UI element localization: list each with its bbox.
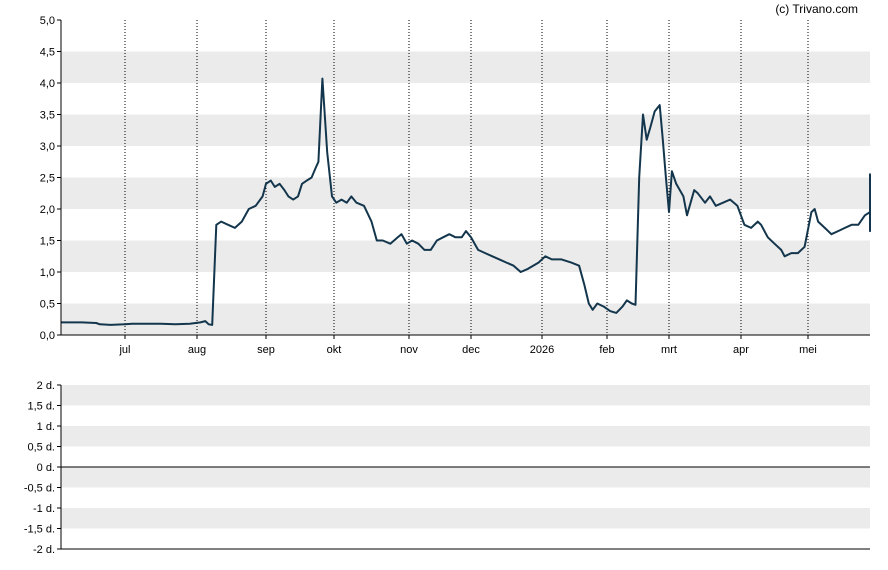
grid-band (61, 508, 870, 529)
y-tick-label: 5,0 (40, 15, 55, 27)
grid-band (61, 51, 870, 83)
y-tick-label: 2,5 (40, 173, 55, 185)
grid-band (61, 272, 870, 304)
grid-band (61, 405, 870, 426)
y-tick-label: 0,5 (40, 299, 55, 311)
y-tick-label: -1 d. (33, 503, 55, 515)
y-tick-label: 4,5 (40, 47, 55, 59)
copyright-label: (c) Trivano.com (775, 2, 858, 16)
y-tick-label: 4,0 (40, 78, 55, 90)
y-tick-label: 1 d. (37, 421, 55, 433)
grid-band (61, 467, 870, 488)
y-tick-label: 3,0 (40, 141, 55, 153)
grid-band (61, 240, 870, 272)
y-tick-label: -1,5 d. (24, 524, 55, 536)
y-tick-label: 2,0 (40, 204, 55, 216)
grid-band (61, 446, 870, 467)
grid-band (61, 20, 870, 52)
x-tick-label: mei (799, 344, 817, 356)
x-tick-label: okt (327, 344, 342, 356)
grid-band (61, 83, 870, 115)
grid-band (61, 209, 870, 241)
grid-band (61, 426, 870, 447)
x-tick-label: 2026 (530, 344, 554, 356)
x-tick-label: sep (257, 344, 275, 356)
x-tick-label: aug (188, 344, 206, 356)
grid-band (61, 114, 870, 146)
y-tick-label: -2 d. (33, 544, 55, 556)
y-tick-label: 3,5 (40, 110, 55, 122)
grid-band (61, 487, 870, 508)
x-tick-label: feb (599, 344, 614, 356)
grid-band (61, 385, 870, 406)
y-tick-label: 0 d. (37, 462, 55, 474)
y-tick-label: 1,5 d. (27, 401, 55, 413)
y-tick-label: 0,5 d. (27, 442, 55, 454)
y-tick-label: -0,5 d. (24, 483, 55, 495)
chart-canvas: 5,0 4,5 4,0 3,5 3,0 2,5 2,0 1,5 1,0 0,5 0,0 jul aug… (24, 15, 871, 556)
y-tick-label: 2 d. (37, 380, 55, 392)
x-tick-label: apr (733, 344, 749, 356)
chart-area: 5,0 4,5 4,0 3,5 3,0 2,5 2,0 1,5 1,0 0,5 0,0 jul aug… (0, 0, 888, 565)
x-tick-label: jul (118, 344, 130, 356)
grid-band (61, 528, 870, 549)
x-tick-label: dec (462, 344, 480, 356)
y-tick-label: 0,0 (40, 330, 55, 342)
grid-band (61, 177, 870, 209)
y-tick-label: 1,5 (40, 236, 55, 248)
y-tick-label: 1,0 (40, 267, 55, 279)
grid-band (61, 146, 870, 178)
x-tick-label: mrt (661, 344, 677, 356)
x-tick-label: nov (400, 344, 418, 356)
grid-band (61, 303, 870, 335)
